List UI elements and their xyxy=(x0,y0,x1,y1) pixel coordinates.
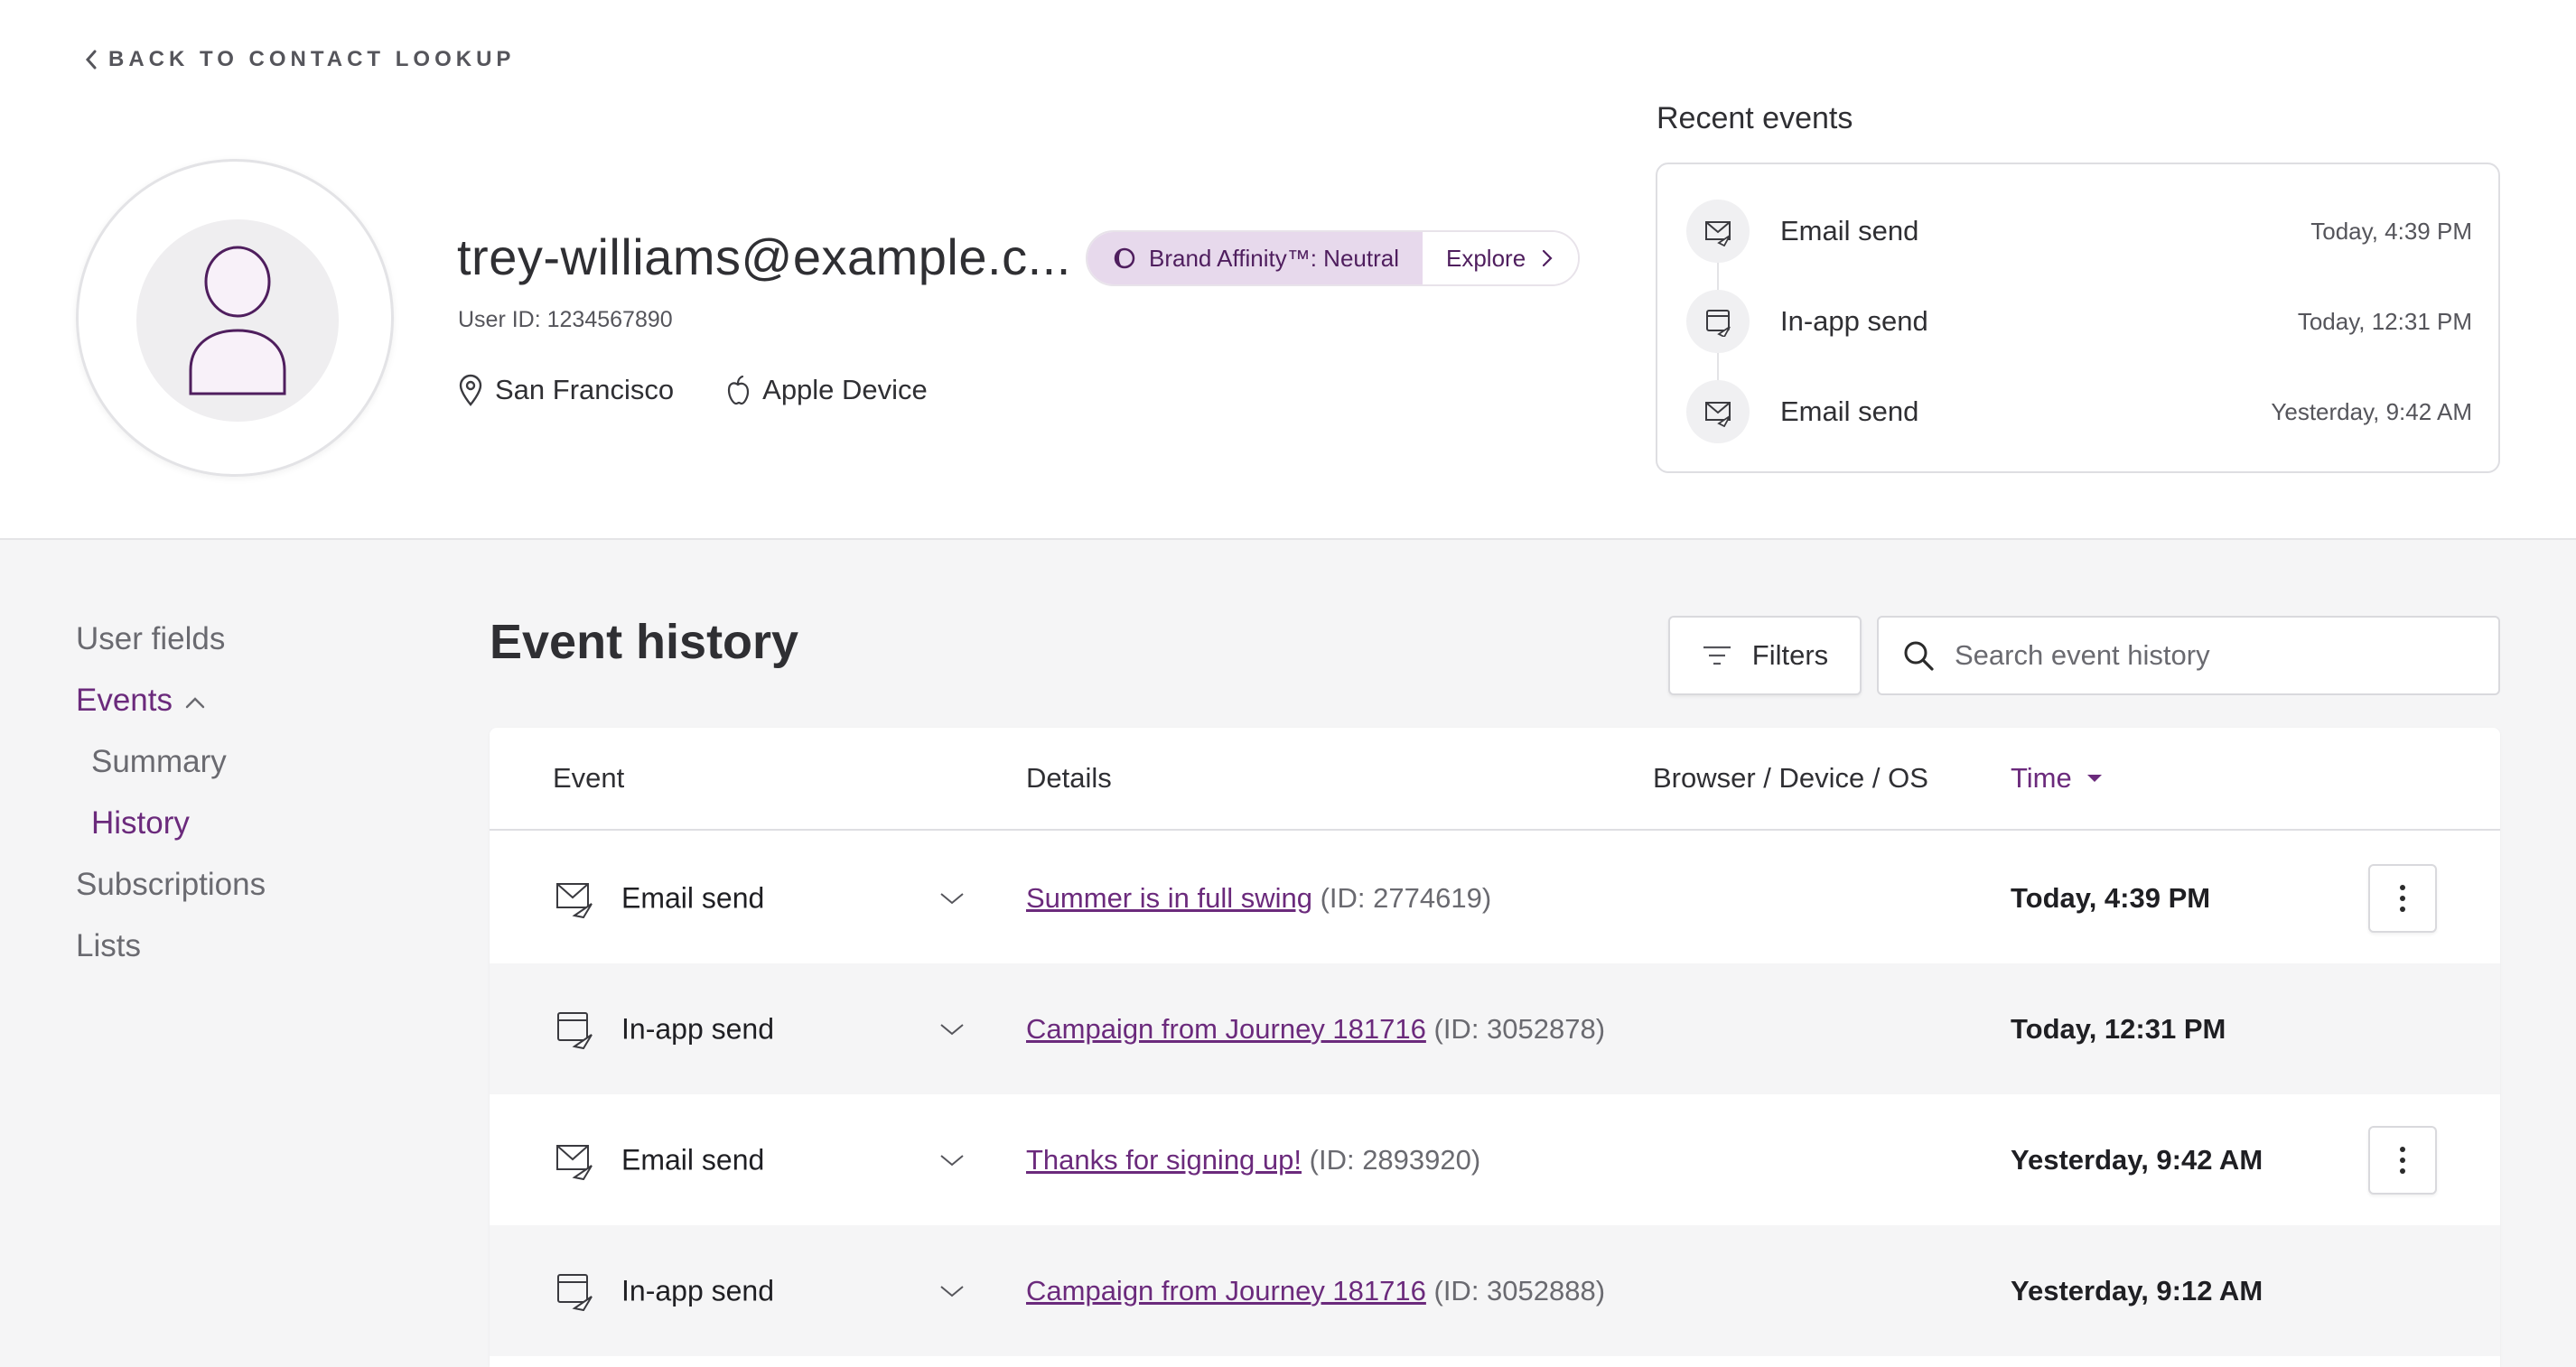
recent-event-time: Today, 4:39 PM xyxy=(2310,217,2472,245)
nav-item-history[interactable]: History xyxy=(91,805,190,842)
brand-affinity-pill: Brand Affinity™: Neutral xyxy=(1087,232,1423,284)
email-send-icon xyxy=(555,879,594,918)
location-label: San Francisco xyxy=(495,374,675,405)
explore-label: Explore xyxy=(1446,244,1526,272)
row-actions-button[interactable] xyxy=(2368,1125,2437,1195)
nav-item-events[interactable]: Events xyxy=(76,683,205,719)
chevron-down-icon[interactable] xyxy=(939,891,965,906)
column-header-event: Event xyxy=(553,762,625,794)
location-pin-icon xyxy=(459,374,482,406)
event-details: Summer is in full swing (ID: 2774619) xyxy=(1026,882,1491,915)
campaign-id: (ID: 2893920) xyxy=(1309,1143,1481,1176)
recent-event-time: Today, 12:31 PM xyxy=(2297,307,2472,335)
nav-item-events-label: Events xyxy=(76,683,173,718)
brand-affinity-badge: Brand Affinity™: Neutral Explore xyxy=(1086,230,1581,286)
table-row: In-app send Campaign from Journey 181716… xyxy=(490,963,2500,1094)
table-row: Email send Summer is in full swing (ID: … xyxy=(490,832,2500,963)
event-name: Email send xyxy=(621,1143,765,1176)
row-actions-button[interactable] xyxy=(2368,863,2437,933)
campaign-link[interactable]: Campaign from Journey 181716 xyxy=(1026,1013,1426,1045)
in-app-send-icon xyxy=(555,1009,594,1049)
contact-header: BACK TO CONTACT LOOKUP trey-williams@exa… xyxy=(0,0,2576,540)
back-to-contact-lookup-link[interactable]: BACK TO CONTACT LOOKUP xyxy=(83,47,515,72)
time-header-label: Time xyxy=(2011,762,2072,794)
chevron-right-icon xyxy=(1543,249,1553,267)
campaign-id: (ID: 3052888) xyxy=(1433,1274,1606,1307)
recent-event-item[interactable]: In-app send Today, 12:31 PM xyxy=(1686,290,2472,353)
event-details: Campaign from Journey 181716 (ID: 305287… xyxy=(1026,1013,1605,1046)
event-time: Today, 4:39 PM xyxy=(2011,881,2211,914)
table-header: Event Details Browser / Device / OS Time xyxy=(490,728,2500,831)
nav-item-subscriptions[interactable]: Subscriptions xyxy=(76,867,266,903)
table-row: Email send Thanks for signing up! (ID: 2… xyxy=(490,1094,2500,1225)
device-label: Apple Device xyxy=(762,374,928,405)
location: San Francisco xyxy=(457,374,674,406)
event-name: Email send xyxy=(621,881,765,914)
event-time: Yesterday, 9:42 AM xyxy=(2011,1143,2263,1176)
search-box xyxy=(1877,616,2500,695)
recent-event-item[interactable]: Email send Yesterday, 9:42 AM xyxy=(1686,380,2472,443)
column-header-time[interactable]: Time xyxy=(2011,762,2103,795)
nav-item-user-fields[interactable]: User fields xyxy=(76,621,225,657)
event-details: Campaign from Journey 181716 (ID: 305288… xyxy=(1026,1275,1605,1307)
chevron-down-icon[interactable] xyxy=(939,1022,965,1037)
more-vertical-icon xyxy=(2400,1146,2405,1174)
campaign-link[interactable]: Summer is in full swing xyxy=(1026,882,1312,914)
contact-email: trey-williams@example.c... xyxy=(457,228,1071,285)
event-details: Thanks for signing up! (ID: 2893920) xyxy=(1026,1144,1480,1176)
page-title: Event history xyxy=(490,615,799,669)
sort-desc-icon xyxy=(2086,775,2102,782)
filters-label: Filters xyxy=(1751,639,1829,671)
apple-icon xyxy=(728,375,750,405)
brand-affinity-label: Brand Affinity™: Neutral xyxy=(1149,244,1399,272)
column-header-device: Browser / Device / OS xyxy=(1653,762,1928,794)
email-send-icon xyxy=(1686,380,1750,443)
chevron-up-icon xyxy=(185,697,205,708)
device: Apple Device xyxy=(724,374,928,406)
campaign-link[interactable]: Campaign from Journey 181716 xyxy=(1026,1275,1426,1307)
recent-event-time: Yesterday, 9:42 AM xyxy=(2271,397,2472,425)
filters-button[interactable]: Filters xyxy=(1668,616,1862,695)
event-name: In-app send xyxy=(621,1012,775,1045)
event-name: In-app send xyxy=(621,1274,775,1307)
event-time: Today, 12:31 PM xyxy=(2011,1012,2226,1045)
recent-events-panel: Email send Today, 4:39 PM In-app send To… xyxy=(1656,163,2500,473)
campaign-link[interactable]: Thanks for signing up! xyxy=(1026,1144,1302,1176)
event-history-table: Event Details Browser / Device / OS Time… xyxy=(490,728,2500,1367)
filter-icon xyxy=(1703,646,1731,665)
table-row: In-app send Campaign from Journey 181716… xyxy=(490,1225,2500,1356)
in-app-send-icon xyxy=(555,1271,594,1311)
in-app-send-icon xyxy=(1686,290,1750,353)
column-header-details: Details xyxy=(1026,762,1112,794)
recent-events-title: Recent events xyxy=(1657,101,1853,135)
campaign-id: (ID: 2774619) xyxy=(1320,881,1492,914)
chevron-left-icon xyxy=(85,50,97,70)
recent-event-item[interactable]: Email send Today, 4:39 PM xyxy=(1686,200,2472,263)
chevron-down-icon[interactable] xyxy=(939,1284,965,1298)
user-silhouette-icon xyxy=(189,246,286,395)
back-link-label: BACK TO CONTACT LOOKUP xyxy=(108,47,516,71)
user-id: User ID: 1234567890 xyxy=(458,307,673,332)
search-input[interactable] xyxy=(1955,639,2460,672)
chevron-down-icon[interactable] xyxy=(939,1153,965,1167)
more-vertical-icon xyxy=(2400,884,2405,912)
explore-button[interactable]: Explore xyxy=(1423,232,1579,284)
half-moon-icon xyxy=(1114,247,1135,269)
search-icon xyxy=(1904,641,1934,671)
recent-event-name: Email send xyxy=(1780,215,1919,246)
event-time: Yesterday, 9:12 AM xyxy=(2011,1274,2263,1307)
contact-meta: San Francisco Apple Device xyxy=(457,374,928,406)
recent-event-name: Email send xyxy=(1780,395,1919,427)
avatar xyxy=(76,159,394,477)
nav-item-lists[interactable]: Lists xyxy=(76,928,141,964)
email-send-icon xyxy=(1686,200,1750,263)
nav-item-summary[interactable]: Summary xyxy=(91,744,227,780)
recent-event-name: In-app send xyxy=(1780,305,1928,337)
email-send-icon xyxy=(555,1140,594,1180)
campaign-id: (ID: 3052878) xyxy=(1433,1012,1606,1045)
